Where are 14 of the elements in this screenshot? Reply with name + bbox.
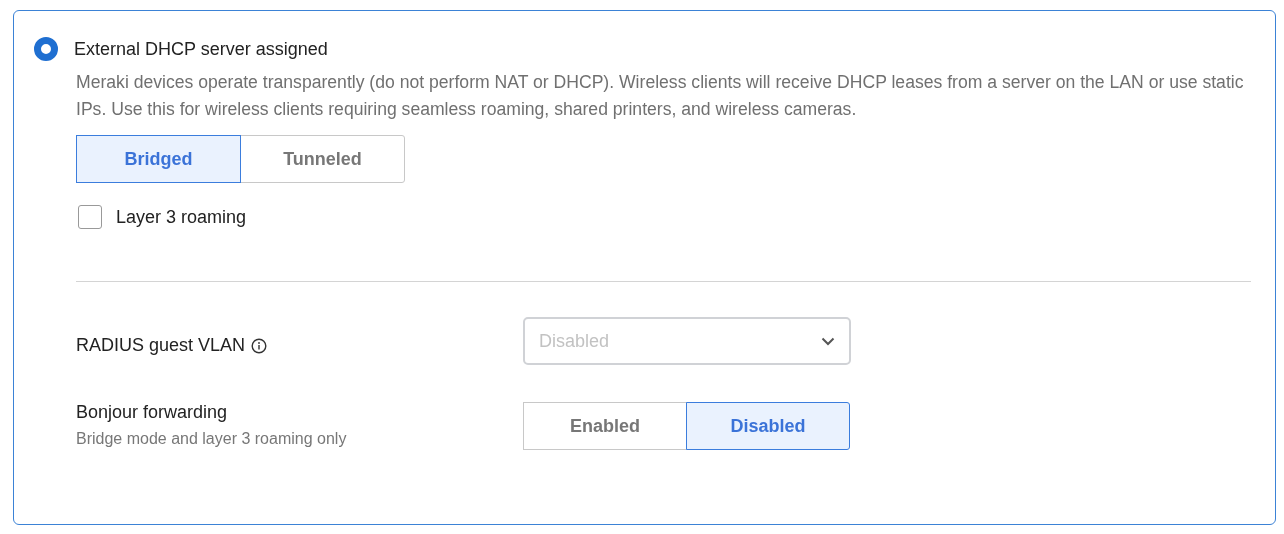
mode-toggle[interactable]: Tunneled xyxy=(240,135,405,183)
bonjour-toggle[interactable]: Disabled xyxy=(686,402,850,450)
radio-button[interactable] xyxy=(34,37,58,61)
option-description: Meraki devices operate transparently (do not perform NAT or DHCP). Wireless clients will receive DHCP leases from a server on the LAN or use static IPs. Use this for wireless clients requiring seamless roaming, shared printers, and wireless cameras. xyxy=(76,71,1245,121)
option-label: External DHCP server assigned xyxy=(74,38,328,60)
field-hint: Bridge mode and layer 3 roaming only xyxy=(76,430,348,448)
info-icon[interactable] xyxy=(251,337,268,354)
field-label: RADIUS guest VLAN xyxy=(76,335,246,356)
bonjour-toggle[interactable]: Enabled xyxy=(523,402,687,450)
field-label: Bonjour forwarding xyxy=(76,402,229,423)
mode-toggle[interactable]: Bridged xyxy=(76,135,241,183)
chevron-down-icon xyxy=(821,336,835,346)
checkbox-label: Layer 3 roaming xyxy=(116,206,247,228)
checkbox[interactable] xyxy=(78,205,102,229)
